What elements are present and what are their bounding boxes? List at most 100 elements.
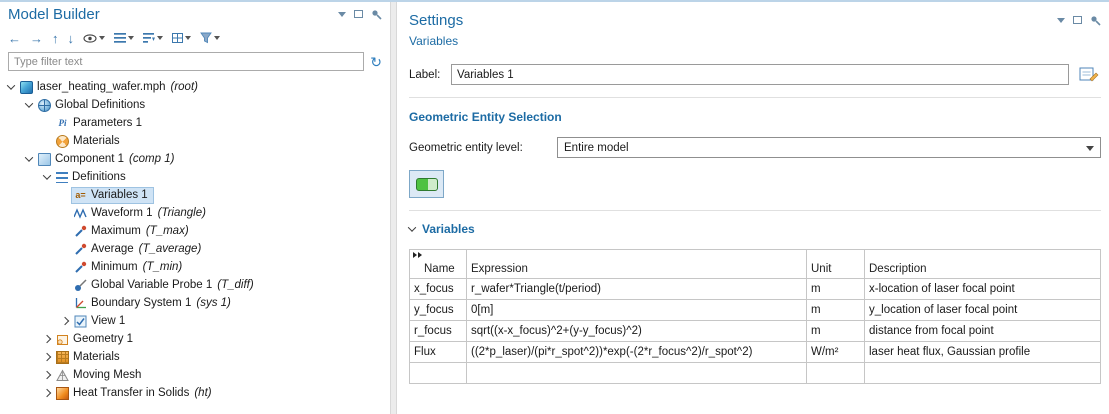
cell-unit[interactable]: m	[807, 321, 865, 342]
entity-level-dropdown[interactable]: Entire model	[557, 137, 1101, 158]
tree-item-definitions[interactable]: Definitions	[0, 168, 390, 186]
caret-down-icon	[99, 36, 105, 40]
tree-item-boundary-system-1[interactable]: Boundary System 1(sys 1)	[0, 294, 390, 312]
table-header-row: Name Expression Unit Description	[410, 250, 1101, 279]
cell-expression[interactable]: 0[m]	[467, 300, 807, 321]
tree-item-root[interactable]: laser_heating_wafer.mph(root)	[0, 78, 390, 96]
node-label-button[interactable]	[172, 33, 191, 43]
cell-description[interactable]: x-location of laser focal point	[865, 279, 1101, 300]
active-selection-toggle[interactable]	[409, 170, 444, 198]
cell-name[interactable]: r_focus	[410, 321, 467, 342]
cell-expression[interactable]	[467, 363, 807, 384]
table-row: Flux ((2*p_laser)/(pi*r_spot^2))*exp(-(2…	[410, 342, 1101, 363]
chevron-expanded-icon[interactable]	[7, 81, 15, 89]
tree-item-variables-1[interactable]: a=Variables 1	[0, 186, 390, 204]
float-panel-icon[interactable]	[1073, 16, 1082, 24]
tree-item-waveform-1[interactable]: Waveform 1(Triangle)	[0, 204, 390, 222]
tree-item-global-materials[interactable]: Materials	[0, 132, 390, 150]
label-input[interactable]	[451, 64, 1069, 85]
tree-item-global-definitions[interactable]: Global Definitions	[0, 96, 390, 114]
cell-unit[interactable]: m	[807, 279, 865, 300]
cell-name[interactable]: Flux	[410, 342, 467, 363]
chevron-collapsed-icon[interactable]	[43, 371, 51, 379]
tree-item-geometry-1[interactable]: Geometry 1	[0, 330, 390, 348]
cell-expression[interactable]: r_wafer*Triangle(t/period)	[467, 279, 807, 300]
caret-down-icon	[157, 36, 163, 40]
cell-description[interactable]: y_location of laser focal point	[865, 300, 1101, 321]
columns-icon	[172, 33, 183, 43]
tree-item-component-1[interactable]: Component 1(comp 1)	[0, 150, 390, 168]
cell-name[interactable]: x_focus	[410, 279, 467, 300]
cell-description[interactable]: laser heat flux, Gaussian profile	[865, 342, 1101, 363]
cell-unit[interactable]	[807, 363, 865, 384]
rename-button[interactable]	[1077, 65, 1101, 85]
tree-item-minimum[interactable]: Minimum(T_min)	[0, 258, 390, 276]
refresh-icon[interactable]: ↻	[370, 55, 382, 69]
comsol-window: Model Builder ← → ↑ ↓	[0, 0, 1109, 414]
node-order-button[interactable]	[143, 33, 163, 43]
cell-description[interactable]: distance from focal point	[865, 321, 1101, 342]
geometric-entity-selection-heading: Geometric Entity Selection	[409, 110, 1101, 125]
tree-item-heat-transfer-in-solids[interactable]: Heat Transfer in Solids(ht)	[0, 384, 390, 402]
minimum-icon	[74, 261, 87, 274]
move-up-icon[interactable]: ↑	[52, 32, 59, 45]
chevron-collapsed-icon[interactable]	[43, 389, 51, 397]
panel-divider[interactable]	[390, 2, 397, 414]
tree-item-parameters[interactable]: PiParameters 1	[0, 114, 390, 132]
cell-unit[interactable]: W/m²	[807, 342, 865, 363]
column-header-description: Description	[865, 250, 1101, 279]
probe-icon	[74, 279, 87, 292]
chevron-expanded-icon	[408, 223, 416, 231]
table-row-empty	[410, 363, 1101, 384]
panel-menu-icon[interactable]	[338, 12, 346, 17]
cell-name[interactable]: y_focus	[410, 300, 467, 321]
settings-panel: Settings Variables Label: Geometric Enti…	[397, 2, 1109, 414]
label-caption: Label:	[409, 69, 443, 81]
tree-item-maximum[interactable]: Maximum(T_max)	[0, 222, 390, 240]
tree-item-component-materials[interactable]: Materials	[0, 348, 390, 366]
collapse-expand-button[interactable]	[114, 33, 134, 43]
rename-icon	[1079, 66, 1099, 83]
chevron-expanded-icon[interactable]	[43, 171, 51, 179]
table-row: x_focus r_wafer*Triangle(t/period) m x-l…	[410, 279, 1101, 300]
cell-unit[interactable]: m	[807, 300, 865, 321]
cell-description[interactable]	[865, 363, 1101, 384]
move-down-icon[interactable]: ↓	[68, 32, 75, 45]
forward-icon[interactable]: →	[30, 32, 43, 45]
pin-icon[interactable]	[1090, 15, 1101, 26]
back-icon[interactable]: ←	[8, 32, 21, 45]
eye-icon	[83, 34, 97, 43]
tree-item-average[interactable]: Average(T_average)	[0, 240, 390, 258]
waveform-icon	[74, 207, 87, 220]
tree-item-global-variable-probe-1[interactable]: Global Variable Probe 1(T_diff)	[0, 276, 390, 294]
model-tree: laser_heating_wafer.mph(root) Global Def…	[0, 75, 390, 402]
filter-menu-button[interactable]	[200, 32, 220, 44]
pin-icon[interactable]	[371, 9, 382, 20]
active-toggle-icon	[416, 178, 438, 191]
cell-expression[interactable]: sqrt((x-x_focus)^2+(y-y_focus)^2)	[467, 321, 807, 342]
cell-name[interactable]	[410, 363, 467, 384]
column-header-name: Name	[410, 250, 467, 279]
tree-item-view-1[interactable]: View 1	[0, 312, 390, 330]
show-menu-button[interactable]	[83, 34, 105, 43]
model-builder-panel: Model Builder ← → ↑ ↓	[0, 2, 390, 414]
settings-title: Settings	[409, 12, 1057, 29]
tree-filter-input[interactable]	[8, 52, 364, 71]
model-builder-toolbar: ← → ↑ ↓	[0, 26, 390, 50]
cell-expression[interactable]: ((2*p_laser)/(pi*r_spot^2))*exp(-(2*r_fo…	[467, 342, 807, 363]
chevron-expanded-icon[interactable]	[25, 99, 33, 107]
tree-item-moving-mesh[interactable]: Moving Mesh	[0, 366, 390, 384]
average-icon	[74, 243, 87, 256]
chevron-collapsed-icon[interactable]	[43, 335, 51, 343]
chevron-collapsed-icon[interactable]	[43, 353, 51, 361]
section-divider	[409, 210, 1101, 211]
chevron-down-icon	[1086, 146, 1094, 151]
table-row: y_focus 0[m] m y_location of laser focal…	[410, 300, 1101, 321]
variables-section-header[interactable]: Variables	[409, 221, 1101, 237]
materials-icon	[56, 135, 69, 148]
float-panel-icon[interactable]	[354, 10, 363, 18]
chevron-collapsed-icon[interactable]	[61, 317, 69, 325]
boundary-system-icon	[74, 297, 87, 310]
chevron-expanded-icon[interactable]	[25, 153, 33, 161]
panel-menu-icon[interactable]	[1057, 18, 1065, 23]
